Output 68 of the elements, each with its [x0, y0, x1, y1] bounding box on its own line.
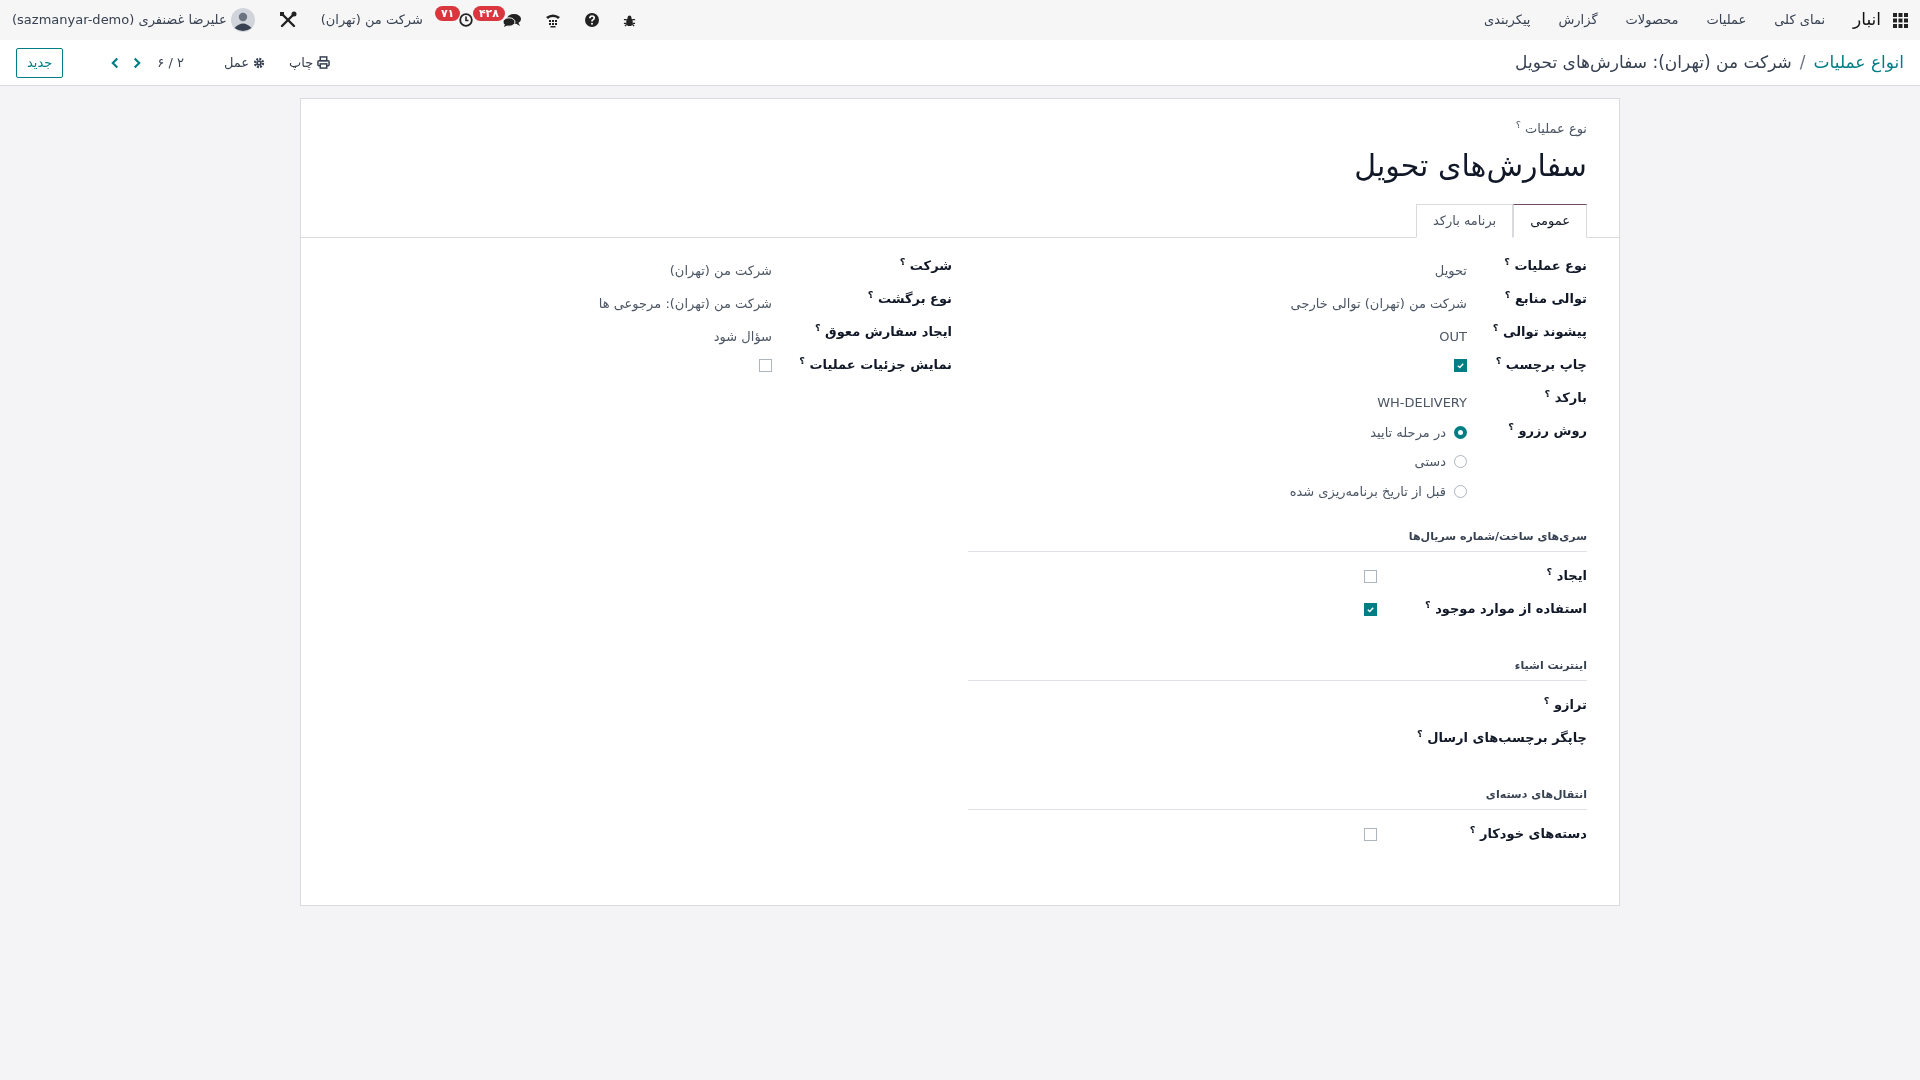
checkbox[interactable]	[1364, 603, 1377, 616]
field-label: نوع عملیات $^{؟}$	[1515, 119, 1587, 139]
field-label: چاپ برچسب $^{؟}$	[1494, 353, 1587, 374]
company-switcher[interactable]: شرکت من (تهران)	[320, 10, 423, 30]
activity-count-badge: ۷۱	[434, 6, 461, 21]
field-value: سؤال شود	[713, 328, 772, 344]
chat-icon[interactable]	[502, 13, 521, 27]
field-label: دسته‌های خودکار $^{؟}$	[1468, 823, 1587, 843]
checkbox[interactable]	[759, 358, 772, 372]
chevron-left-icon[interactable]	[111, 56, 121, 69]
breadcrumb-current: شرکت من (تهران): سفارش‌های تحویل	[1515, 50, 1792, 75]
checkmark-icon	[1366, 605, 1375, 614]
apps-menu-icon[interactable]	[1893, 12, 1908, 28]
field-label: شرکت $^{؟}$	[898, 254, 952, 275]
field-label: بارکد $^{؟}$	[1543, 386, 1587, 407]
menu-item[interactable]: پیکربندی	[1484, 10, 1531, 30]
field-label: توالی منابع $^{؟}$	[1503, 287, 1587, 308]
section-heading: اینترنت اشیاء	[1514, 659, 1587, 672]
field-value: شرکت من (تهران): مرجوعی ها	[598, 295, 772, 311]
breadcrumb-link[interactable]: انواع عملیات	[1813, 49, 1904, 76]
phone-icon[interactable]	[544, 12, 561, 28]
tab[interactable]: عمومی	[1513, 203, 1587, 238]
field-label: پیشوند توالی $^{؟}$	[1491, 320, 1587, 341]
field-value: OUT	[1439, 328, 1467, 344]
menu-item[interactable]: محصولات	[1625, 10, 1679, 30]
menu-item[interactable]: گزارش	[1558, 10, 1598, 30]
radio-option[interactable]: قبل از تاریخ برنامه‌ریزی شده	[968, 481, 1467, 501]
field-label: نوع برگشت $^{؟}$	[866, 287, 952, 308]
section-heading: انتقال‌های دسته‌ای	[1485, 788, 1587, 801]
record-title: سفارش‌های تحویل	[1354, 146, 1587, 185]
field-label: چاپگر برچسب‌های ارسال $^{؟}$	[1415, 727, 1587, 747]
checkbox[interactable]	[1364, 828, 1377, 841]
print-menu-button[interactable]: چاپ	[289, 52, 331, 73]
menu-item[interactable]: نمای کلی	[1774, 10, 1825, 30]
radio-option[interactable]: دستی	[968, 452, 1467, 472]
chevron-right-icon[interactable]	[132, 56, 142, 69]
field-value: شرکت من (تهران) توالی خارجی	[1290, 295, 1467, 311]
field-label: استفاده از موارد موجود $^{؟}$	[1423, 598, 1587, 618]
bug-icon[interactable]	[622, 13, 636, 27]
gear-icon[interactable]	[253, 56, 266, 69]
breadcrumb-separator: /	[1799, 50, 1806, 74]
app-name[interactable]: انبار	[1853, 7, 1881, 33]
printer-icon[interactable]	[317, 56, 331, 69]
field-value: WH-DELIVERY	[1377, 394, 1467, 410]
pager-value[interactable]: ۲ / ۶	[157, 52, 184, 73]
message-count-badge: ۴۲۸	[472, 6, 506, 21]
menu-item[interactable]: عملیات	[1706, 10, 1747, 30]
section-heading: سری‌های ساخت/شماره سریال‌ها	[1408, 530, 1587, 543]
field-label: روش رزرو $^{؟}$	[1507, 419, 1587, 440]
action-menu-button[interactable]: عمل	[223, 52, 266, 73]
field-label: ترازو $^{؟}$	[1542, 694, 1587, 714]
field-label: ایجاد $^{؟}$	[1545, 565, 1587, 585]
field-value: شرکت من (تهران)	[669, 262, 772, 278]
radio-option[interactable]: در مرحله تایید	[968, 422, 1467, 442]
checkmark-icon	[1456, 360, 1465, 370]
checkbox[interactable]	[1454, 358, 1467, 372]
user-name[interactable]: علیرضا غضنفری (sazmanyar-demo)	[12, 10, 227, 30]
tab[interactable]: برنامه بارکد	[1415, 203, 1514, 238]
avatar-icon[interactable]	[230, 8, 255, 32]
checkbox[interactable]	[1364, 570, 1377, 583]
field-label: ایجاد سفارش معوق $^{؟}$	[813, 320, 952, 341]
help-icon[interactable]	[584, 13, 599, 27]
field-label: نوع عملیات $^{؟}$	[1503, 254, 1587, 275]
field-value: تحویل	[1434, 262, 1467, 278]
clock-icon[interactable]	[458, 13, 473, 27]
tools-icon[interactable]	[278, 11, 297, 29]
new-button[interactable]: جدید	[16, 47, 64, 78]
field-label: نمایش جزئیات عملیات $^{؟}$	[798, 353, 952, 374]
